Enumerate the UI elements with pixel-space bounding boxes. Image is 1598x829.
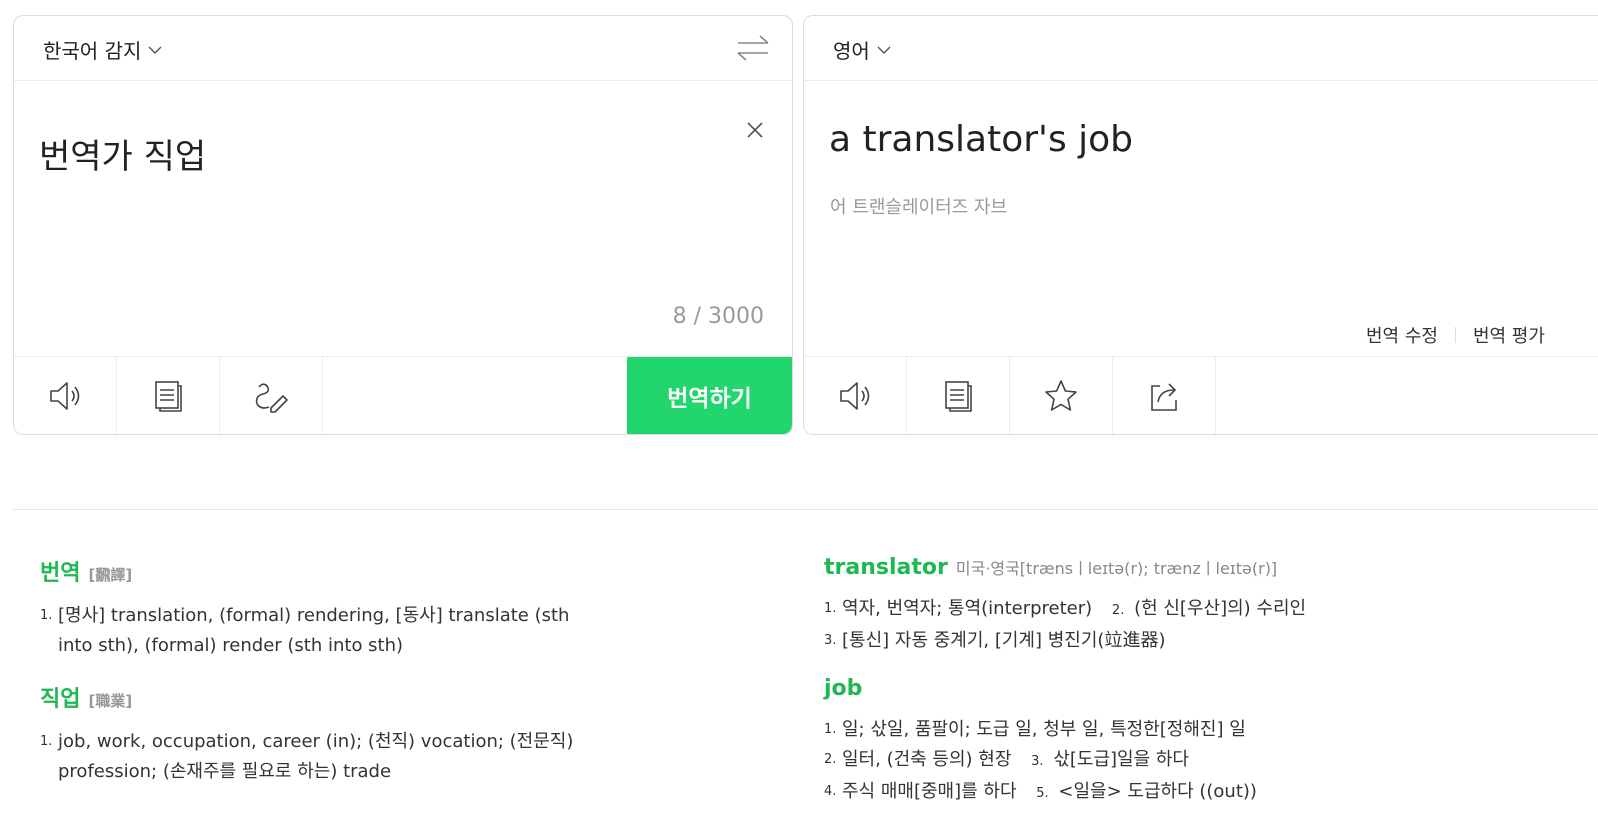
sense-line: 1. 역자, 번역자; 통역(interpreter) 2. (헌 신[우산]의… <box>824 594 1584 626</box>
target-language-label: 영어 <box>833 39 870 63</box>
hanja-text: [飜譯] <box>88 566 133 584</box>
handwriting-icon <box>255 382 288 413</box>
headword-link[interactable]: job <box>824 676 862 701</box>
sense-line: 4. 주식 매매[중매]를 하다 5. <일을> 도급하다 ((out)) <box>824 777 1584 809</box>
target-language-select[interactable]: 영어 <box>833 35 892 64</box>
dict-entry-head: 번역 [飜譯] <box>40 555 600 587</box>
copy-button[interactable] <box>117 357 220 434</box>
star-icon <box>1045 379 1077 411</box>
sense-number: 1. <box>824 722 837 737</box>
pronunciation-text: 어 트랜슬레이터즈 자브 <box>830 197 1008 218</box>
sense-text: [통신] 자동 중계기, [기계] 병진기(竝進器) <box>842 630 1166 651</box>
sense-number: 5. <box>1036 786 1049 801</box>
sense-line: 1. 일; 삯일, 품팔이; 도급 일, 청부 일, 특정한[정해진] 일 <box>824 715 1584 745</box>
dict-entry: job 1. 일; 삯일, 품팔이; 도급 일, 청부 일, 특정한[정해진] … <box>824 676 1584 809</box>
source-panel: 한국어 감지 번역가 직업 8 / 3000 번역하기 <box>13 15 793 435</box>
source-language-bar: 한국어 감지 <box>14 16 792 81</box>
chevron-down-icon <box>148 46 162 54</box>
sense-item: 1. [명사] translation, (formal) rendering,… <box>40 601 600 661</box>
copy-icon <box>155 380 182 412</box>
sense-number: 1. <box>40 608 53 623</box>
edit-translation-link[interactable]: 번역 수정 <box>1366 322 1438 348</box>
dict-entry-head: 직업 [職業] <box>40 681 600 713</box>
sense-number: 2. <box>1111 603 1125 618</box>
sense-number: 2. <box>824 752 837 767</box>
listen-button[interactable] <box>14 357 117 434</box>
sense-text: <일을> 도급하다 ((out)) <box>1058 781 1257 802</box>
sense-text: 일; 삯일, 품팔이; 도급 일, 청부 일, 특정한[정해진] 일 <box>842 719 1246 740</box>
translation-feedback-links: 번역 수정 번역 평가 <box>1366 322 1545 348</box>
sense-text: (헌 신[우산]의) 수리인 <box>1134 598 1307 619</box>
speaker-icon <box>50 381 80 410</box>
phonetic-text: 미국·영국[trænsㅣleɪtə(r); trænzㅣleɪtə(r)] <box>955 559 1278 578</box>
target-toolbar <box>804 356 1598 434</box>
copy-icon <box>945 380 972 412</box>
section-divider <box>13 509 1598 510</box>
translation-result: a translator's job <box>829 119 1134 160</box>
sense-text: 일터, (건축 등의) 현장 <box>842 749 1012 770</box>
source-language-label: 한국어 감지 <box>43 39 142 63</box>
sense-line: 3. [통신] 자동 중계기, [기계] 병진기(竝進器) <box>824 626 1584 656</box>
headword-link[interactable]: 번역 <box>40 555 80 587</box>
dictionary-target-column: translator 미국·영국[trænsㅣleɪtə(r); trænzㅣl… <box>824 555 1584 829</box>
sense-number: 3. <box>824 633 837 648</box>
rate-translation-link[interactable]: 번역 평가 <box>1473 322 1545 348</box>
swap-languages-icon[interactable] <box>736 34 770 62</box>
sense-text: 역자, 번역자; 통역(interpreter) <box>842 598 1093 619</box>
sense-number: 1. <box>824 601 837 616</box>
headword-link[interactable]: 직업 <box>40 681 80 713</box>
sense-text: [명사] translation, (formal) rendering, [동… <box>58 605 570 656</box>
link-separator <box>1454 327 1456 343</box>
dict-entry-head: job <box>824 676 1584 701</box>
target-panel: 영어 a translator's job 어 트랜슬레이터즈 자브 번역 수정… <box>803 15 1598 435</box>
copy-button[interactable] <box>907 357 1010 434</box>
clear-icon[interactable] <box>742 117 768 143</box>
share-button[interactable] <box>1113 357 1216 434</box>
dict-entry: 직업 [職業] 1. job, work, occupation, career… <box>40 681 600 787</box>
sense-line: 2. 일터, (건축 등의) 현장 3. 삯[도급]일을 하다 <box>824 745 1584 777</box>
char-counter: 8 / 3000 <box>672 304 764 329</box>
listen-button[interactable] <box>804 357 907 434</box>
sense-text: job, work, occupation, career (in); (천직)… <box>58 731 574 782</box>
dictionary-source-column: 번역 [飜譯] 1. [명사] translation, (formal) re… <box>40 555 600 807</box>
dict-entry: 번역 [飜譯] 1. [명사] translation, (formal) re… <box>40 555 600 661</box>
sense-item: 1. job, work, occupation, career (in); (… <box>40 727 600 787</box>
speaker-icon <box>840 381 870 410</box>
headword-link[interactable]: translator <box>824 555 948 580</box>
favorite-button[interactable] <box>1010 357 1113 434</box>
sense-number: 3. <box>1031 754 1044 769</box>
handwriting-button[interactable] <box>220 357 323 434</box>
chevron-down-icon <box>877 46 891 54</box>
sense-number: 1. <box>40 734 53 749</box>
translate-button[interactable]: 번역하기 <box>627 357 792 434</box>
target-language-bar: 영어 <box>804 16 1598 81</box>
share-icon <box>1151 382 1177 411</box>
source-text-input[interactable]: 번역가 직업 <box>39 129 206 178</box>
dict-entry-head: translator 미국·영국[trænsㅣleɪtə(r); trænzㅣl… <box>824 555 1584 580</box>
sense-text: 주식 매매[중매]를 하다 <box>842 781 1017 802</box>
sense-text: 삯[도급]일을 하다 <box>1053 749 1189 770</box>
sense-number: 4. <box>824 784 837 799</box>
dict-entry: translator 미국·영국[trænsㅣleɪtə(r); trænzㅣl… <box>824 555 1584 656</box>
source-language-select[interactable]: 한국어 감지 <box>43 35 163 64</box>
hanja-text: [職業] <box>88 692 133 710</box>
